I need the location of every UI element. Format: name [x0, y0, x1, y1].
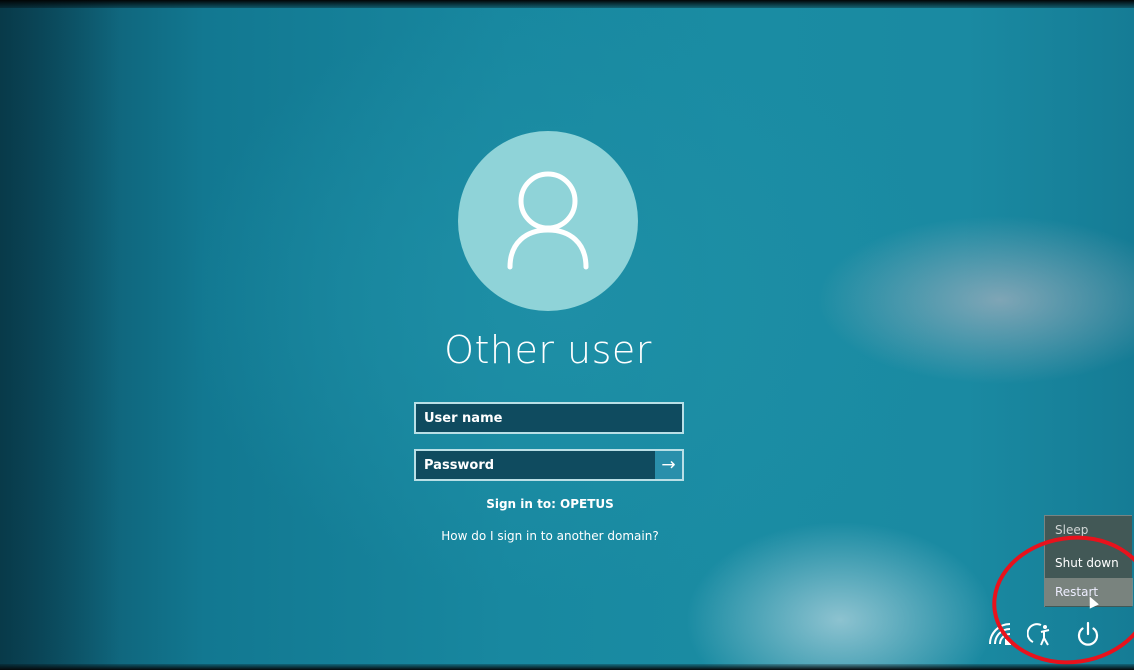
background-vignette [0, 0, 120, 670]
user-silhouette-icon [507, 171, 589, 270]
monitor-bezel-top [0, 0, 1134, 8]
user-avatar [458, 131, 638, 311]
lock-screen: Other user → Sign in to: OPETUS How do I… [0, 0, 1134, 670]
red-highlight-circle [983, 525, 1134, 670]
account-name: Other user [444, 328, 652, 372]
domain-help-link[interactable]: How do I sign in to another domain? [400, 529, 700, 543]
password-input[interactable] [414, 449, 656, 481]
submit-button[interactable]: → [655, 449, 684, 481]
username-input[interactable] [414, 402, 684, 434]
monitor-bezel-bottom [0, 664, 1134, 670]
sign-in-domain-text: Sign in to: OPETUS [486, 497, 614, 511]
arrow-right-icon: → [661, 455, 676, 475]
